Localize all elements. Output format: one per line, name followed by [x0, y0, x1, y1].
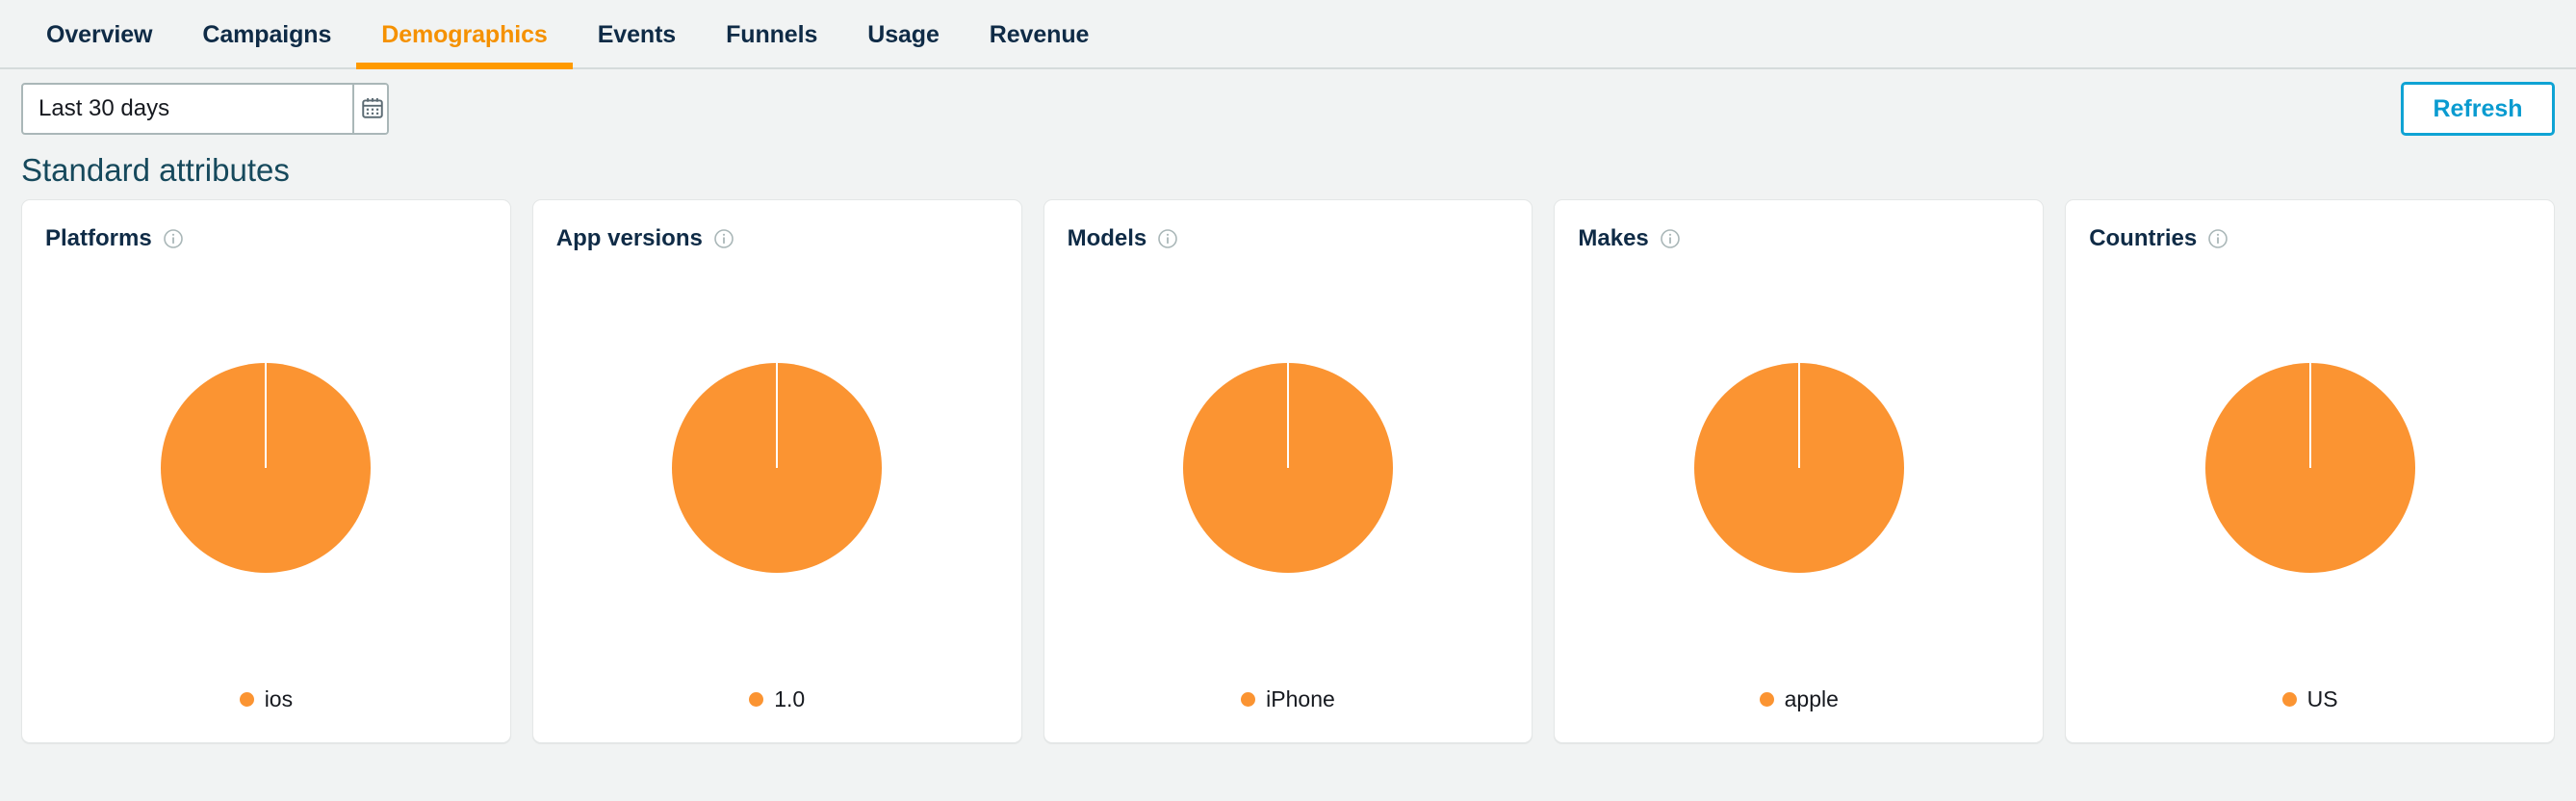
chart-legend: apple — [1578, 673, 2020, 725]
section-title: Standard attributes — [21, 152, 290, 188]
tab-funnels[interactable]: Funnels — [701, 0, 842, 69]
legend-label[interactable]: 1.0 — [774, 686, 805, 712]
calendar-button[interactable] — [352, 85, 387, 133]
pie-slice-iphone[interactable] — [1182, 362, 1393, 573]
date-range-picker[interactable] — [21, 83, 389, 135]
pie-slice-divider — [265, 362, 268, 468]
tab-label: Campaigns — [202, 20, 332, 48]
legend-label[interactable]: US — [2307, 686, 2338, 712]
card-header: Makes — [1578, 221, 2020, 256]
pie-slice-apple[interactable] — [1693, 362, 1904, 573]
legend-label[interactable]: iPhone — [1266, 686, 1335, 712]
pie-chart-makes — [1578, 256, 2020, 673]
pie-chart-app-versions — [556, 256, 998, 673]
tab-overview[interactable]: Overview — [21, 0, 177, 69]
tab-label: Events — [597, 20, 677, 48]
card-header: App versions — [556, 221, 998, 256]
card-models: Models iPhone — [1043, 199, 1533, 743]
card-title: Models — [1067, 225, 1147, 251]
calendar-icon — [360, 95, 385, 123]
info-icon[interactable] — [2207, 228, 2228, 249]
date-range-input[interactable] — [23, 85, 352, 133]
standard-attributes-card-grid: Platforms ios App versions 1.0 Models iP… — [0, 199, 2576, 743]
chart-legend: 1.0 — [556, 673, 998, 725]
card-platforms: Platforms ios — [21, 199, 511, 743]
tab-campaigns[interactable]: Campaigns — [177, 0, 356, 69]
pie-chart-platforms — [45, 256, 487, 673]
legend-label[interactable]: apple — [1785, 686, 1839, 712]
tab-usage[interactable]: Usage — [842, 0, 965, 69]
legend-swatch — [239, 691, 254, 707]
card-app-versions: App versions 1.0 — [531, 199, 1022, 743]
legend-label[interactable]: ios — [265, 686, 293, 712]
card-makes: Makes apple — [1554, 199, 2045, 743]
info-icon[interactable] — [1660, 228, 1681, 249]
card-header: Platforms — [45, 221, 487, 256]
card-countries: Countries US — [2065, 199, 2555, 743]
filters-toolbar: Refresh — [0, 69, 2576, 148]
pie-slice-divider — [776, 362, 779, 468]
tab-label: Revenue — [989, 20, 1090, 48]
tab-revenue[interactable]: Revenue — [965, 0, 1115, 69]
tab-label: Funnels — [726, 20, 818, 48]
pie-slice-divider — [2308, 362, 2311, 468]
legend-swatch — [2281, 691, 2297, 707]
card-header: Countries — [2089, 221, 2531, 256]
pie-slice-ios[interactable] — [161, 362, 372, 573]
info-icon[interactable] — [713, 228, 734, 249]
legend-swatch — [749, 691, 764, 707]
tab-label: Demographics — [381, 20, 548, 48]
card-title: Makes — [1578, 225, 1649, 251]
legend-swatch — [1759, 691, 1774, 707]
pie-chart-models — [1068, 256, 1509, 673]
chart-legend: US — [2089, 673, 2531, 725]
tab-events[interactable]: Events — [573, 0, 701, 69]
info-icon[interactable] — [163, 228, 184, 249]
info-icon[interactable] — [1157, 228, 1178, 249]
card-title: Countries — [2089, 225, 2198, 251]
tab-demographics[interactable]: Demographics — [356, 0, 574, 69]
refresh-button[interactable]: Refresh — [2401, 82, 2555, 136]
pie-slice-divider — [1797, 362, 1800, 468]
card-title: App versions — [555, 225, 703, 251]
primary-tab-bar: Overview Campaigns Demographics Events F… — [0, 0, 2576, 69]
card-title: Platforms — [45, 225, 152, 251]
card-header: Models — [1068, 221, 1509, 256]
tab-label: Overview — [46, 20, 153, 48]
chart-legend: iPhone — [1068, 673, 1509, 725]
legend-swatch — [1241, 691, 1256, 707]
pie-slice-1-0[interactable] — [672, 362, 883, 573]
tab-label: Usage — [867, 20, 940, 48]
chart-legend: ios — [45, 673, 487, 725]
pie-slice-divider — [1286, 362, 1289, 468]
pie-chart-countries — [2089, 256, 2531, 673]
pie-slice-us[interactable] — [2204, 362, 2415, 573]
